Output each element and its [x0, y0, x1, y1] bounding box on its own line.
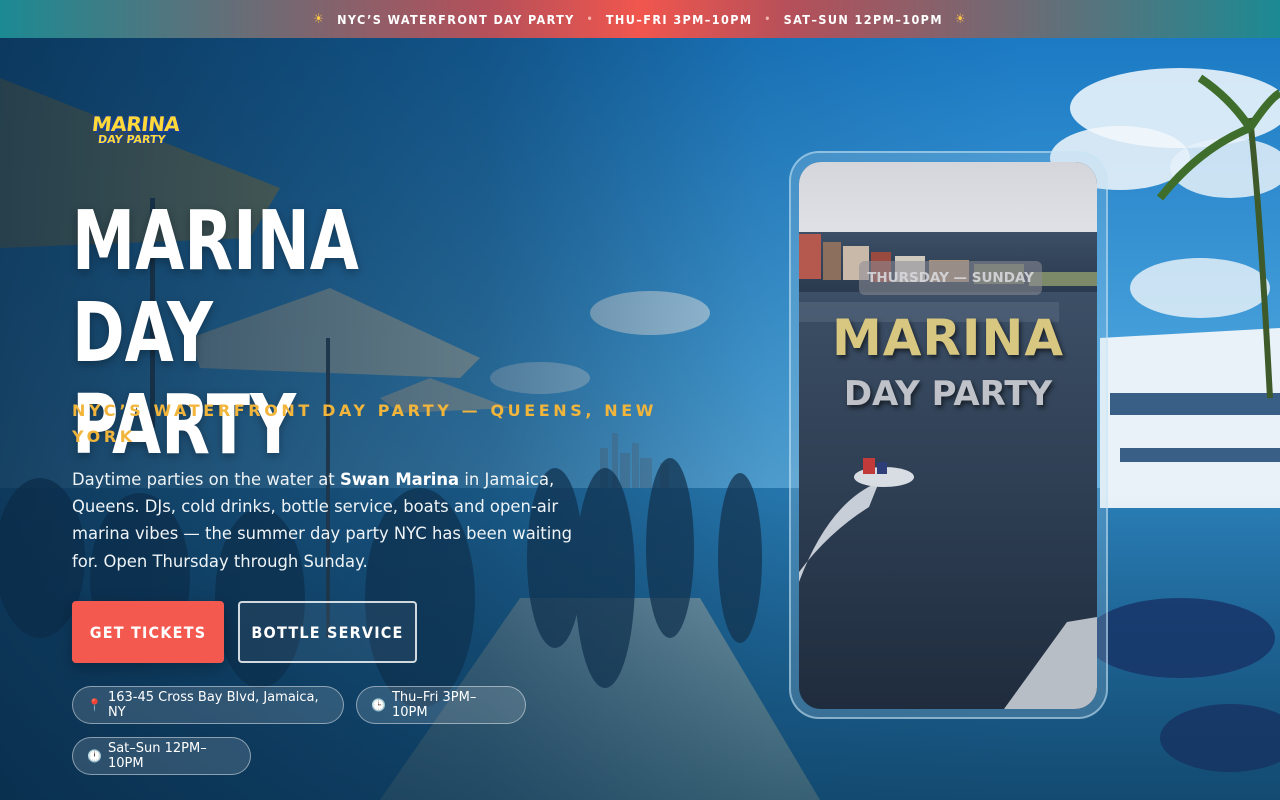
weekend-hours-pill: 🕛 Sat–Sun 12PM–10PM [72, 737, 251, 775]
ticker-weekend-hours: SAT–SUN 12PM–10PM [783, 11, 943, 27]
address-pill: 📍 163-45 Cross Bay Blvd, Jamaica, NY [72, 686, 344, 724]
weekend-hours-text: Sat–Sun 12PM–10PM [107, 741, 207, 771]
page-title-line1: MARINA DAY [72, 194, 359, 381]
weekday-hours-text: Thu–Fri 3PM–10PM [391, 690, 477, 720]
address-text: 163-45 Cross Bay Blvd, Jamaica, NY [107, 690, 319, 720]
announcement-bar: ☀ NYC’S WATERFRONT DAY PARTY • THU–FRI 3… [0, 0, 1280, 38]
clock-icon: 🕒 [371, 698, 386, 712]
sun-icon: ☀ [313, 11, 326, 27]
site-logo[interactable]: MARINA DAY PARTY [90, 112, 188, 154]
hero-description-intro: Daytime parties on the water at [72, 470, 340, 489]
video-overlay-days: THURSDAY — SUNDAY [859, 261, 1042, 295]
ticker-separator: • [764, 13, 772, 25]
location-pin-icon: 📍 [87, 698, 102, 712]
hero-subtitle: NYC’s Waterfront Day Party — Queens, New… [72, 401, 658, 446]
clock-icon: 🕛 [87, 749, 102, 763]
video-overlay-title: MARINA [831, 309, 1065, 367]
promo-video-image [799, 162, 1097, 709]
logo-text-marina: MARINA [90, 112, 181, 136]
promo-video[interactable]: THURSDAY — SUNDAY MARINA DAY PARTY [799, 162, 1097, 709]
hero-description: Daytime parties on the water at Swan Mar… [72, 466, 602, 575]
ticker-weekday-hours: THU–FRI 3PM–10PM [605, 11, 753, 27]
bottle-service-button[interactable]: BOTTLE SERVICE [238, 601, 417, 663]
video-overlay-subtitle: DAY PARTY [843, 374, 1053, 414]
logo-text-day-party: DAY PARTY [97, 133, 167, 146]
venue-name: Swan Marina [339, 470, 460, 489]
sun-icon: ☀ [954, 11, 967, 27]
get-tickets-button[interactable]: GET TICKETS [72, 601, 224, 663]
ticker-tagline: NYC’S WATERFRONT DAY PARTY [337, 11, 575, 27]
ticker-separator: • [586, 13, 594, 25]
weekday-hours-pill: 🕒 Thu–Fri 3PM–10PM [356, 686, 526, 724]
